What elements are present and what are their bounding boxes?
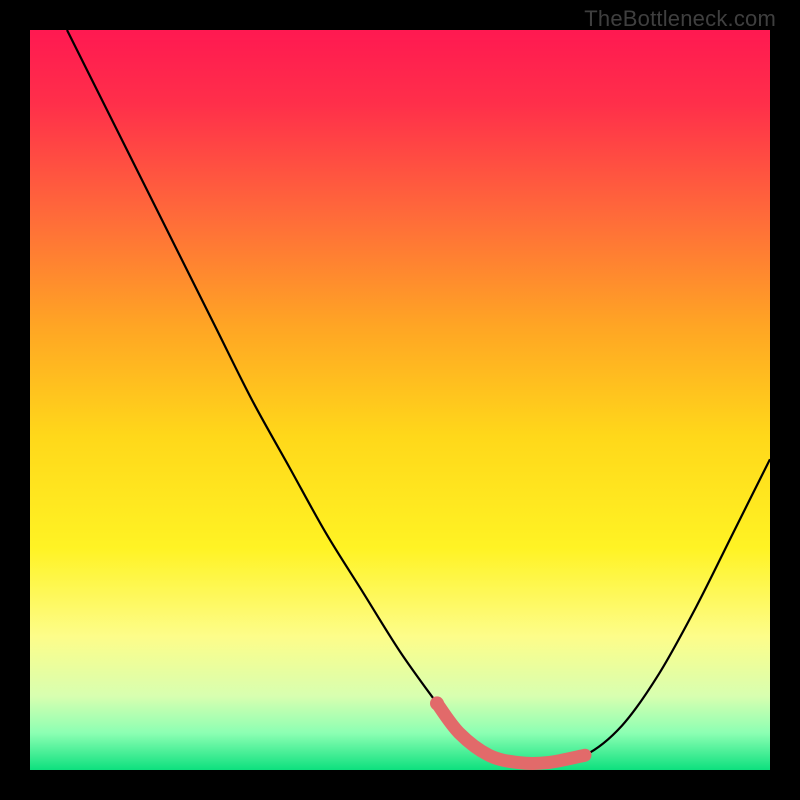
curve-layer: [30, 30, 770, 770]
plot-area: [30, 30, 770, 770]
bottleneck-curve: [67, 30, 770, 764]
watermark-text: TheBottleneck.com: [584, 6, 776, 32]
chart-stage: TheBottleneck.com: [0, 0, 800, 800]
optimal-range-highlight: [437, 703, 585, 763]
optimal-start-dot: [430, 696, 444, 710]
